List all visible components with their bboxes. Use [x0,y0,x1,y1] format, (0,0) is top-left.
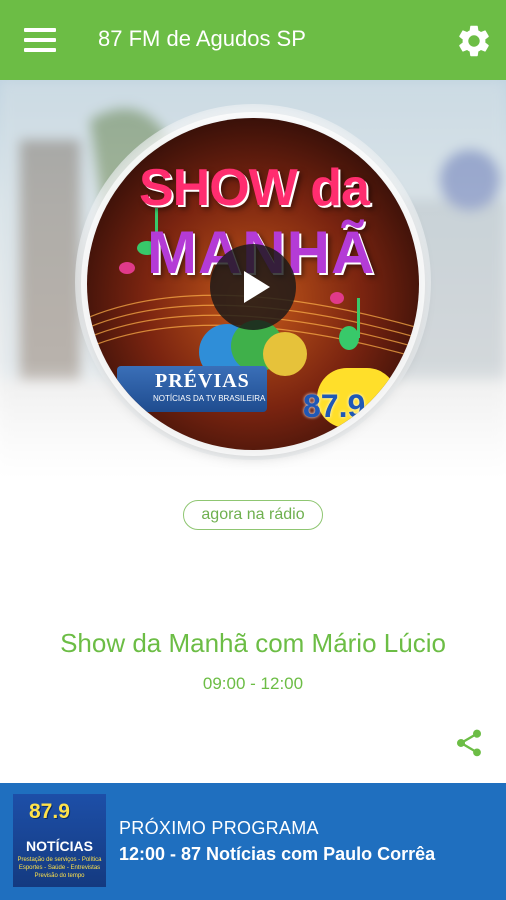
gear-icon[interactable] [455,22,493,60]
menu-icon[interactable] [24,28,56,52]
next-program-bar[interactable]: 87.9 NOTÍCIAS Prestação de serviços - Po… [0,783,506,900]
play-button[interactable] [210,244,296,330]
live-now-badge[interactable]: agora na rádio [183,500,323,530]
current-show-time: 09:00 - 12:00 [202,674,304,693]
cover-title-line1: SHOW da [139,159,370,217]
thumbnail-logo: 87.9 [29,800,70,823]
share-icon[interactable] [453,727,485,759]
play-icon [244,271,270,303]
next-program-thumbnail: 87.9 NOTÍCIAS Prestação de serviços - Po… [13,794,106,887]
thumbnail-subtitle: Prestação de serviços - Política Esporte… [17,857,102,879]
current-show-title: Show da Manhã com Mário Lúcio [60,628,446,658]
app-title: 87 FM de Agudos SP [98,26,306,51]
cover-frequency: 87.9 [303,388,366,424]
app-bar: 87 FM de Agudos SP [0,0,506,80]
cover-badge-subtitle: NOTÍCIAS DA TV BRASILEIRA [153,394,266,403]
thumbnail-title: NOTÍCIAS [26,838,93,854]
cover-badge: PRÉVIAS NOTÍCIAS DA TV BRASILEIRA [117,366,267,412]
next-program-title: 12:00 - 87 Notícias com Paulo Corrêa [119,844,436,864]
cover-badge-text: PRÉVIAS [155,370,250,392]
next-program-label: PRÓXIMO PROGRAMA [119,818,319,838]
